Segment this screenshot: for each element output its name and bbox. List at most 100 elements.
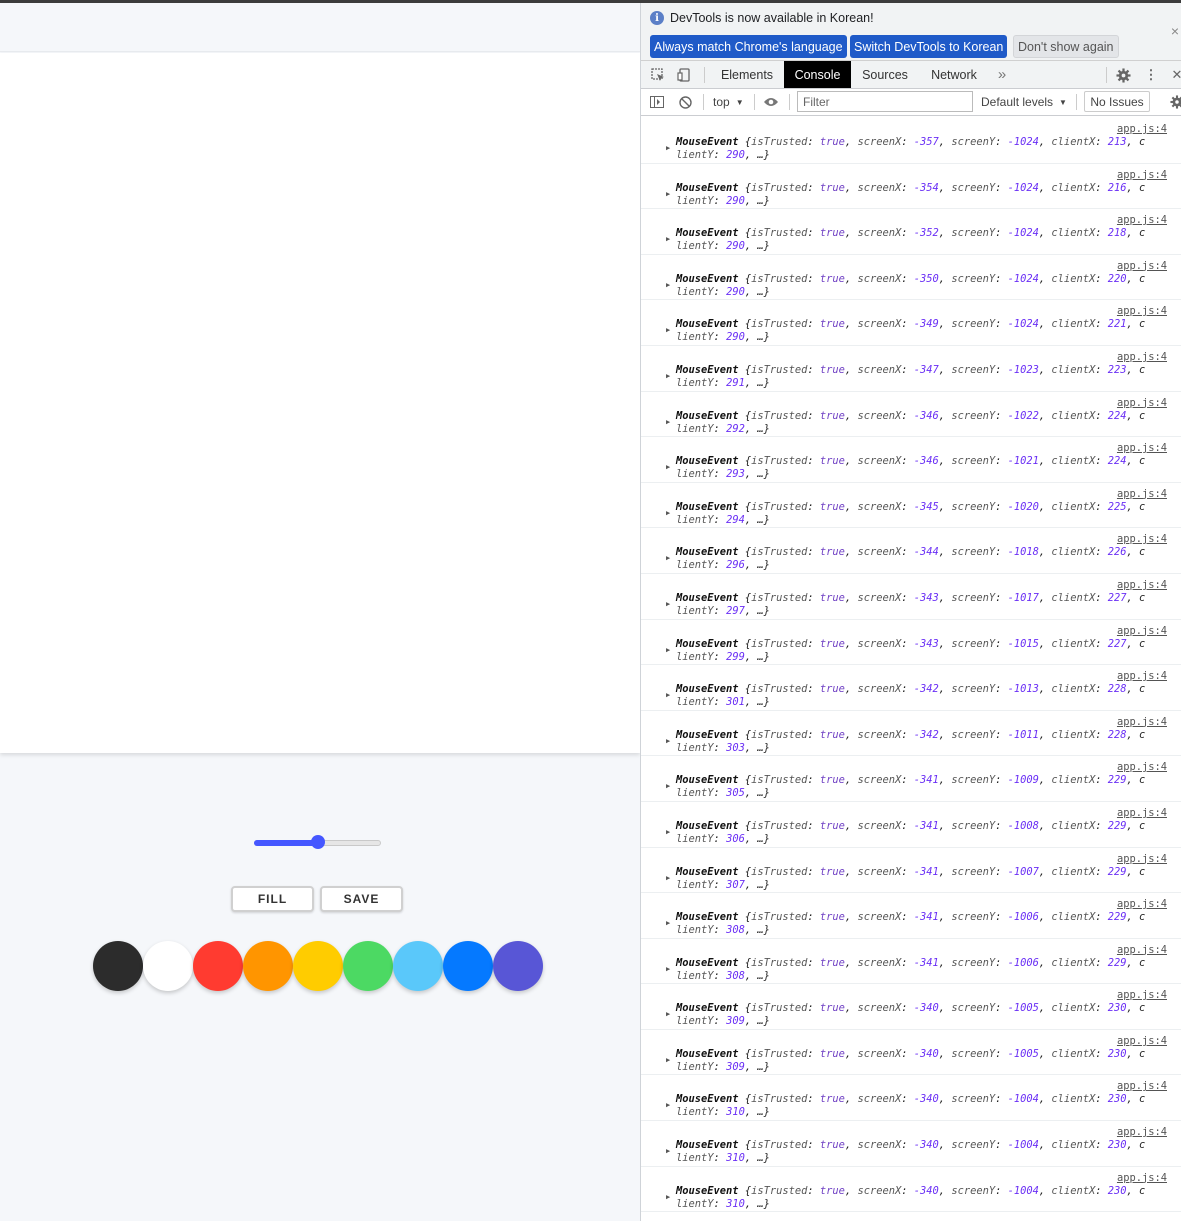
settings-gear-icon[interactable] bbox=[1115, 67, 1131, 83]
console-log-entry[interactable]: app.js:4 ▶ MouseEvent {isTrusted: true, sc… bbox=[641, 437, 1181, 483]
console-log-entry[interactable]: app.js:4 ▶ MouseEvent {isTrusted: true, sc… bbox=[641, 848, 1181, 894]
expand-triangle-icon[interactable]: ▶ bbox=[666, 874, 670, 882]
expand-triangle-icon[interactable]: ▶ bbox=[666, 919, 670, 927]
expand-triangle-icon[interactable]: ▶ bbox=[666, 554, 670, 562]
more-tabs-icon[interactable]: » bbox=[991, 61, 1013, 88]
log-source-link[interactable]: app.js:4 bbox=[1117, 1035, 1167, 1047]
log-source-link[interactable]: app.js:4 bbox=[1117, 214, 1167, 226]
drawing-canvas[interactable] bbox=[0, 53, 640, 753]
color-swatch[interactable] bbox=[193, 941, 243, 991]
console-log-entry[interactable]: app.js:4 ▶ MouseEvent {isTrusted: true, sc… bbox=[641, 574, 1181, 620]
fill-button[interactable]: FILL bbox=[231, 886, 314, 912]
sidebar-toggle-icon[interactable] bbox=[649, 94, 665, 110]
expand-triangle-icon[interactable]: ▶ bbox=[666, 737, 670, 745]
expand-triangle-icon[interactable]: ▶ bbox=[666, 1056, 670, 1064]
log-levels-dropdown[interactable]: Default levels ▼ bbox=[981, 92, 1067, 112]
clear-console-icon[interactable] bbox=[677, 94, 693, 110]
console-log-entry[interactable]: app.js:4 ▶ MouseEvent {isTrusted: true, sc… bbox=[641, 209, 1181, 255]
log-source-link[interactable]: app.js:4 bbox=[1117, 716, 1167, 728]
log-source-link[interactable]: app.js:4 bbox=[1117, 807, 1167, 819]
console-log-entry[interactable]: app.js:4 ▶ MouseEvent {isTrusted: true, sc… bbox=[641, 802, 1181, 848]
color-swatch[interactable] bbox=[93, 941, 143, 991]
expand-triangle-icon[interactable]: ▶ bbox=[666, 281, 670, 289]
console-log-entry[interactable]: app.js:4 ▶ MouseEvent {isTrusted: true, sc… bbox=[641, 1167, 1181, 1213]
console-log-entry[interactable]: app.js:4 ▶ MouseEvent {isTrusted: true, sc… bbox=[641, 118, 1181, 164]
brush-size-slider[interactable] bbox=[254, 835, 381, 851]
console-log-entry[interactable]: app.js:4 ▶ MouseEvent {isTrusted: true, sc… bbox=[641, 1121, 1181, 1167]
close-icon[interactable]: × bbox=[1171, 23, 1179, 39]
expand-triangle-icon[interactable]: ▶ bbox=[666, 1147, 670, 1155]
color-swatch[interactable] bbox=[293, 941, 343, 991]
dont-show-again-button[interactable]: Don't show again bbox=[1013, 35, 1119, 58]
console-log-entry[interactable]: app.js:4 ▶ MouseEvent {isTrusted: true, sc… bbox=[641, 346, 1181, 392]
save-button[interactable]: SAVE bbox=[320, 886, 403, 912]
expand-triangle-icon[interactable]: ▶ bbox=[666, 372, 670, 380]
more-options-icon[interactable]: ⋮ bbox=[1143, 67, 1159, 83]
console-log-entry[interactable]: app.js:4 ▶ MouseEvent {isTrusted: true, sc… bbox=[641, 665, 1181, 711]
expand-triangle-icon[interactable]: ▶ bbox=[666, 190, 670, 198]
log-source-link[interactable]: app.js:4 bbox=[1117, 670, 1167, 682]
log-source-link[interactable]: app.js:4 bbox=[1117, 1126, 1167, 1138]
log-source-link[interactable]: app.js:4 bbox=[1117, 625, 1167, 637]
issues-button[interactable]: No Issues bbox=[1084, 91, 1150, 112]
expand-triangle-icon[interactable]: ▶ bbox=[666, 1010, 670, 1018]
log-source-link[interactable]: app.js:4 bbox=[1117, 305, 1167, 317]
eye-icon[interactable] bbox=[763, 94, 779, 110]
expand-triangle-icon[interactable]: ▶ bbox=[666, 509, 670, 517]
filter-input[interactable]: Filter bbox=[797, 91, 973, 112]
close-devtools-icon[interactable]: ✕ bbox=[1169, 67, 1181, 83]
color-swatch[interactable] bbox=[393, 941, 443, 991]
device-toolbar-icon[interactable] bbox=[676, 67, 692, 83]
log-source-link[interactable]: app.js:4 bbox=[1117, 123, 1167, 135]
console-log-entry[interactable]: app.js:4 ▶ MouseEvent {isTrusted: true, sc… bbox=[641, 528, 1181, 574]
expand-triangle-icon[interactable]: ▶ bbox=[666, 782, 670, 790]
log-source-link[interactable]: app.js:4 bbox=[1117, 1080, 1167, 1092]
console-settings-gear-icon[interactable] bbox=[1169, 94, 1181, 110]
log-source-link[interactable]: app.js:4 bbox=[1117, 488, 1167, 500]
tab-elements[interactable]: Elements bbox=[711, 61, 783, 88]
context-selector[interactable]: top ▼ bbox=[713, 92, 744, 112]
expand-triangle-icon[interactable]: ▶ bbox=[666, 691, 670, 699]
tab-sources[interactable]: Sources bbox=[853, 61, 917, 88]
log-source-link[interactable]: app.js:4 bbox=[1117, 351, 1167, 363]
always-match-language-button[interactable]: Always match Chrome's language bbox=[650, 35, 847, 58]
console-log-entry[interactable]: app.js:4 ▶ MouseEvent {isTrusted: true, sc… bbox=[641, 255, 1181, 301]
log-source-link[interactable]: app.js:4 bbox=[1117, 442, 1167, 454]
color-swatch[interactable] bbox=[443, 941, 493, 991]
log-source-link[interactable]: app.js:4 bbox=[1117, 397, 1167, 409]
console-log-entry[interactable]: app.js:4 ▶ MouseEvent {isTrusted: true, sc… bbox=[641, 939, 1181, 985]
expand-triangle-icon[interactable]: ▶ bbox=[666, 235, 670, 243]
console-log-entry[interactable]: app.js:4 ▶ MouseEvent {isTrusted: true, sc… bbox=[641, 620, 1181, 666]
slider-thumb[interactable] bbox=[311, 835, 325, 849]
log-source-link[interactable]: app.js:4 bbox=[1117, 761, 1167, 773]
expand-triangle-icon[interactable]: ▶ bbox=[666, 418, 670, 426]
tab-console[interactable]: Console bbox=[784, 61, 851, 88]
log-source-link[interactable]: app.js:4 bbox=[1117, 579, 1167, 591]
expand-triangle-icon[interactable]: ▶ bbox=[666, 1193, 670, 1201]
log-source-link[interactable]: app.js:4 bbox=[1117, 1172, 1167, 1184]
expand-triangle-icon[interactable]: ▶ bbox=[666, 326, 670, 334]
expand-triangle-icon[interactable]: ▶ bbox=[666, 828, 670, 836]
console-log-entry[interactable]: app.js:4 ▶ MouseEvent {isTrusted: true, sc… bbox=[641, 711, 1181, 757]
log-source-link[interactable]: app.js:4 bbox=[1117, 169, 1167, 181]
log-source-link[interactable]: app.js:4 bbox=[1117, 533, 1167, 545]
log-source-link[interactable]: app.js:4 bbox=[1117, 260, 1167, 272]
expand-triangle-icon[interactable]: ▶ bbox=[666, 600, 670, 608]
log-source-link[interactable]: app.js:4 bbox=[1117, 944, 1167, 956]
inspect-element-icon[interactable] bbox=[650, 67, 666, 83]
color-swatch[interactable] bbox=[143, 941, 193, 991]
expand-triangle-icon[interactable]: ▶ bbox=[666, 463, 670, 471]
console-log-entry[interactable]: app.js:4 ▶ MouseEvent {isTrusted: true, sc… bbox=[641, 984, 1181, 1030]
console-log-entry[interactable]: app.js:4 ▶ MouseEvent {isTrusted: true, sc… bbox=[641, 1030, 1181, 1076]
console-log-entry[interactable]: app.js:4 ▶ MouseEvent {isTrusted: true, sc… bbox=[641, 483, 1181, 529]
expand-triangle-icon[interactable]: ▶ bbox=[666, 646, 670, 654]
color-swatch[interactable] bbox=[343, 941, 393, 991]
console-log-entry[interactable]: app.js:4 ▶ MouseEvent {isTrusted: true, sc… bbox=[641, 893, 1181, 939]
console-log-entry[interactable]: app.js:4 ▶ MouseEvent {isTrusted: true, sc… bbox=[641, 392, 1181, 438]
tab-network[interactable]: Network bbox=[921, 61, 987, 88]
expand-triangle-icon[interactable]: ▶ bbox=[666, 965, 670, 973]
log-source-link[interactable]: app.js:4 bbox=[1117, 853, 1167, 865]
switch-to-korean-button[interactable]: Switch DevTools to Korean bbox=[850, 35, 1008, 58]
console-log-entry[interactable]: app.js:4 ▶ MouseEvent {isTrusted: true, sc… bbox=[641, 300, 1181, 346]
log-source-link[interactable]: app.js:4 bbox=[1117, 989, 1167, 1001]
